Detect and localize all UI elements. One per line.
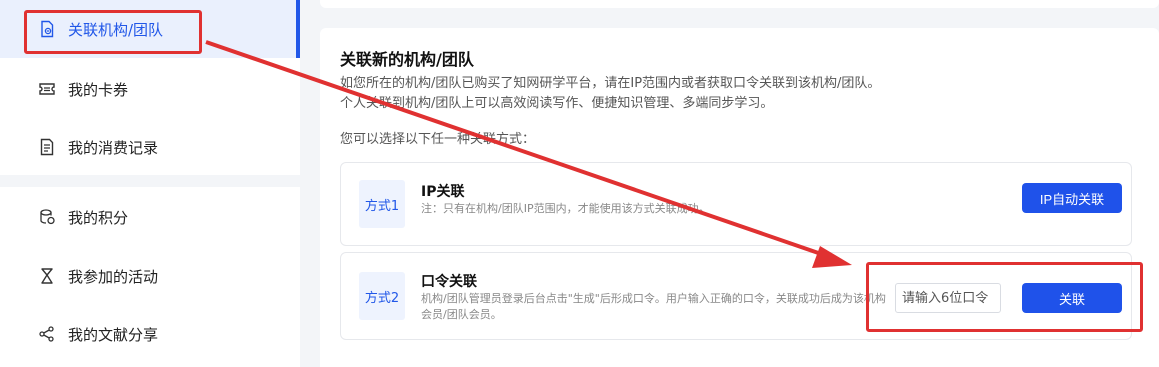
sidebar-item-purchases[interactable]: 我的消费记录 (0, 118, 300, 176)
sidebar-item-label: 我的消费记录 (68, 138, 159, 157)
method-title: 口令关联 (421, 274, 477, 290)
description-line-2: 个人关联到机构/团队上可以高效阅读写作、便捷知识管理、多端同步学习。 (340, 96, 774, 111)
active-indicator (296, 0, 300, 58)
previous-card (320, 0, 1159, 8)
method-title: IP关联 (421, 184, 465, 200)
method-ip: 方式1 IP关联 注：只有在机构/团队IP范围内，才能使用该方式关联成功。 IP… (340, 162, 1132, 246)
sidebar-item-linked-institution[interactable]: 关联机构/团队 (0, 0, 300, 58)
linked-document-icon (38, 20, 56, 38)
link-institution-card: 关联新的机构/团队 如您所在的机构/团队已购买了知网研学平台，请在IP范围内或者… (320, 28, 1159, 367)
sidebar-item-coupons[interactable]: 我的卡券 (0, 60, 300, 118)
coins-icon (38, 208, 56, 226)
choose-method-text: 您可以选择以下任一种关联方式： (340, 132, 536, 147)
sidebar-divider (0, 175, 300, 187)
receipt-icon (38, 138, 56, 156)
method-badge: 方式1 (359, 180, 405, 228)
sidebar: 关联机构/团队 我的卡券 我的消费记录 我的积分 我参加的活动 我的文献分享 (0, 0, 300, 367)
method-code: 方式2 口令关联 机构/团队管理员登录后台点击"生成"后形成口令。用户输入正确的… (340, 252, 1132, 340)
method-note: 注：只有在机构/团队IP范围内，才能使用该方式关联成功。 (421, 202, 710, 215)
sidebar-item-label: 我的卡券 (68, 80, 129, 99)
method-note: 机构/团队管理员登录后台点击"生成"后形成口令。用户输入正确的口令，关联成功后成… (421, 292, 886, 321)
activity-icon (38, 267, 56, 285)
share-icon (38, 325, 56, 343)
sidebar-item-activities[interactable]: 我参加的活动 (0, 247, 300, 305)
sidebar-item-label: 我的文献分享 (68, 325, 159, 344)
ticket-icon (38, 80, 56, 98)
sidebar-item-points[interactable]: 我的积分 (0, 188, 300, 246)
description-line-1: 如您所在的机构/团队已购买了知网研学平台，请在IP范围内或者获取口令关联到该机构… (340, 76, 881, 91)
sidebar-item-label: 关联机构/团队 (68, 20, 164, 39)
sidebar-item-label: 我的积分 (68, 208, 129, 227)
sidebar-item-label: 我参加的活动 (68, 267, 159, 286)
passcode-input[interactable] (895, 283, 1001, 313)
page-title: 关联新的机构/团队 (340, 50, 474, 69)
link-button[interactable]: 关联 (1022, 283, 1122, 313)
method-badge: 方式2 (359, 272, 405, 320)
ip-auto-link-button[interactable]: IP自动关联 (1022, 183, 1122, 213)
sidebar-item-shares[interactable]: 我的文献分享 (0, 305, 300, 363)
